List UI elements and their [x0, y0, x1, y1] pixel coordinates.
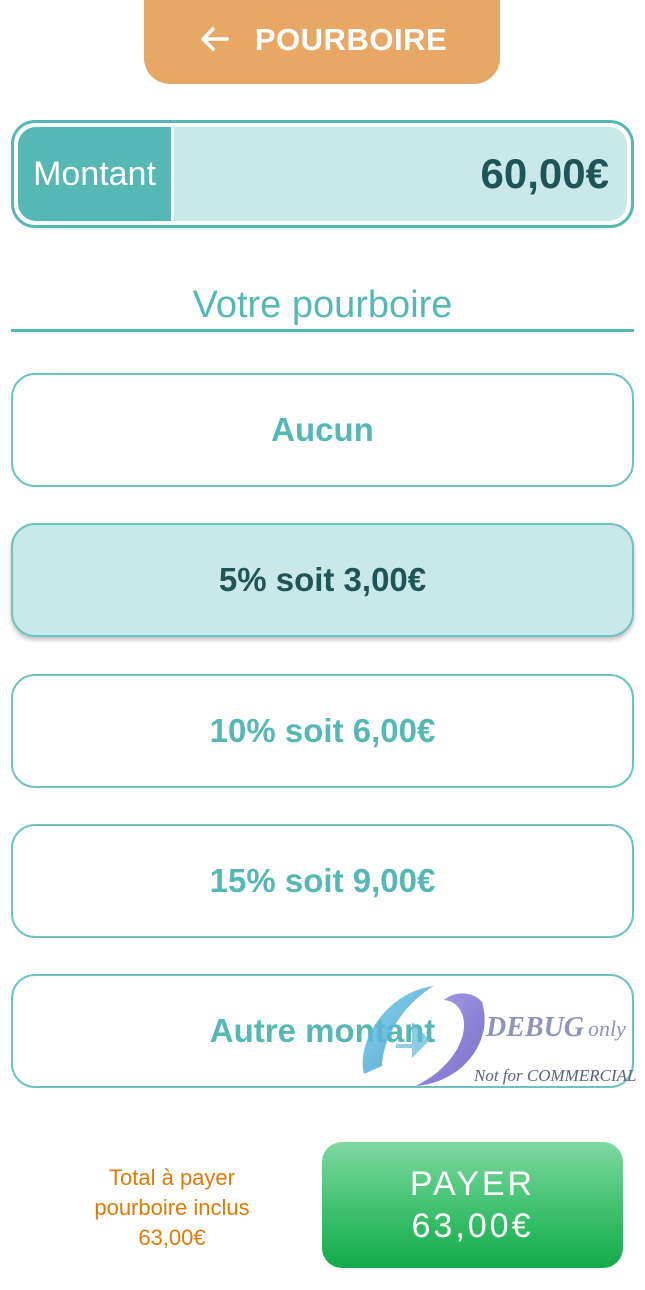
total-label-line2: pourboire inclus	[94, 1195, 250, 1220]
total-summary: Total à payer pourboire inclus 63,00€	[72, 1163, 272, 1253]
tip-option-15-percent[interactable]: 15% soit 9,00€	[11, 824, 634, 938]
amount-value: 60,00€	[480, 150, 609, 197]
tip-option-10-percent[interactable]: 10% soit 6,00€	[11, 674, 634, 788]
section-divider	[11, 329, 634, 332]
amount-inner: Montant 60,00€	[18, 127, 627, 221]
header-bar: POURBOIRE	[144, 0, 500, 84]
page-title: POURBOIRE	[254, 22, 448, 57]
tip-option-other-amount[interactable]: Autre montant	[11, 974, 634, 1088]
total-label-line1: Total à payer	[109, 1165, 235, 1190]
tip-option-none[interactable]: Aucun	[11, 373, 634, 487]
total-value: 63,00€	[138, 1225, 206, 1250]
pay-button[interactable]: PAYER 63,00€	[322, 1142, 623, 1268]
tip-section-title: Votre pourboire	[192, 284, 453, 326]
pay-button-label: PAYER	[409, 1165, 536, 1203]
pay-button-value: 63,00€	[411, 1207, 534, 1245]
tip-screen: POURBOIRE Montant 60,00€ Votre pourboire…	[0, 0, 645, 1290]
amount-label: Montant	[18, 127, 174, 221]
tip-option-5-percent[interactable]: 5% soit 3,00€	[11, 523, 634, 637]
amount-display: Montant 60,00€	[11, 120, 634, 228]
arrow-left-icon[interactable]	[197, 22, 231, 56]
